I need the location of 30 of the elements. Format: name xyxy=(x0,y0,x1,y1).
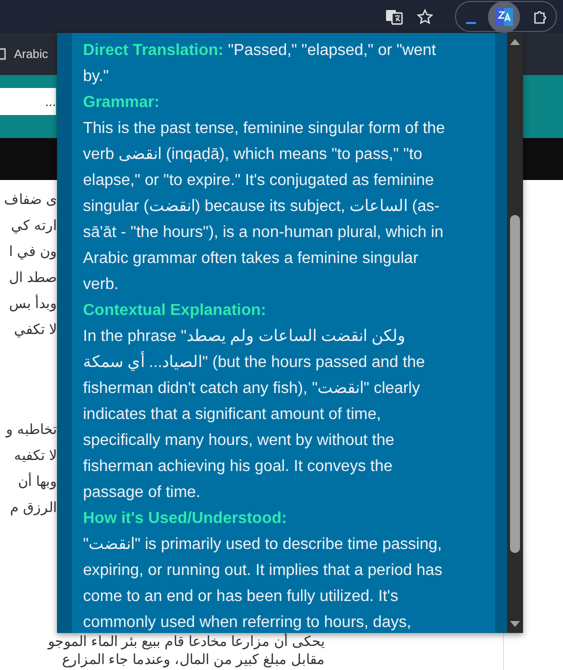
article-text: مقابل مبلغ كبير من المال، وعندما جاء المزارع xyxy=(62,650,325,668)
article-text: الرزق م xyxy=(10,498,57,518)
translate-icon[interactable] xyxy=(385,8,403,24)
article-text: لا تكفيه xyxy=(14,446,57,465)
scrollbar[interactable] xyxy=(507,33,523,633)
extension-icon[interactable] xyxy=(495,8,513,26)
explanation-text: In the phrase "ولكن انقضت الساعات ولم يصطد الصياد... أي سمكة" (but the hours passed and the fisherman didn't catch any fish), "انقضت" clearly indicates that a significant amount of time, specifically many hours, went by without the fisherman achieving his goal. It conveys the passage of time. xyxy=(83,327,426,503)
section-heading: Contextual Explanation: xyxy=(83,301,266,321)
explanation-text: This is the past tense, feminine singular form of the verb انقضى (inqaḍā), which means "to pass," "to elapse," or "to expire." It's conjugated as feminine singular (انقضت) because its subject, الساعات (as-sā'āt - "the hours"), is a non-human plural, which in Arabic grammar often takes a feminine singular verb. xyxy=(83,119,446,295)
scroll-thumb[interactable] xyxy=(510,215,520,553)
translation-text: Direct Translation: "Passed," "elapsed," or "went by." xyxy=(83,41,437,87)
article-text: صطد ال xyxy=(9,268,57,287)
search-field[interactable]: ... xyxy=(0,88,56,115)
article-text: تخاطبه و xyxy=(6,420,57,440)
article-text: لا تكفي xyxy=(14,320,57,340)
scroll-down-icon[interactable] xyxy=(510,621,520,627)
star-icon[interactable] xyxy=(416,8,434,26)
bookmark-item[interactable]: Arabic xyxy=(0,47,48,61)
article-text: وبدأ بس xyxy=(9,293,57,314)
article-text: ى ضفاف xyxy=(4,190,57,209)
article-text: ارته كي xyxy=(11,216,57,236)
article-text: ون في ا xyxy=(9,242,57,262)
section-heading: Grammar: xyxy=(83,93,160,113)
article-text: يحكى أن مزارعا مخادعا قام ببيع بئر الماء الموجو xyxy=(48,632,325,650)
section-heading: How it's Used/Understood: xyxy=(83,509,287,529)
progress-indicator xyxy=(466,22,476,24)
explanation-text: "انقضت" is primarily used to describe time passing, expiring, or running out. It implies that a period has come to an end or has been fully utilized. It's commonly used when referring to hours, days, xyxy=(83,535,444,633)
article-text: وبها أن xyxy=(18,471,57,492)
scroll-up-icon[interactable] xyxy=(510,39,520,45)
folder-icon xyxy=(0,48,6,60)
